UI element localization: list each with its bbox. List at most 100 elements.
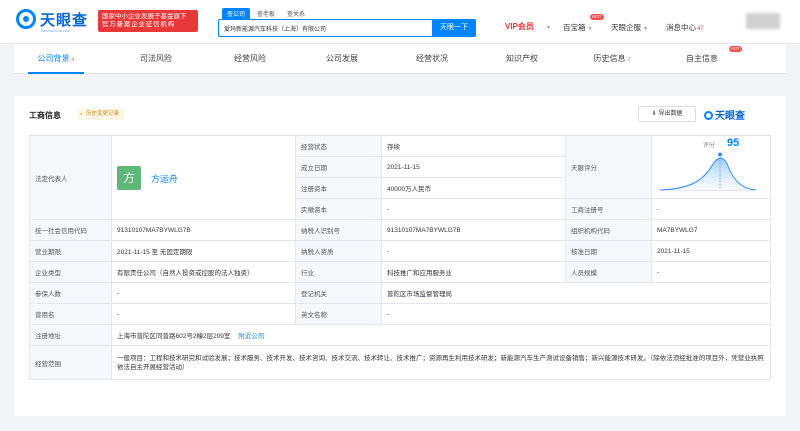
enterprise-link-label: 天眼企服 [611,23,641,32]
export-data-button[interactable]: ⬇ 导出数据 [638,106,696,122]
insured-value: - [111,282,296,304]
registry-value: 普陀区市场监督管理局 [381,282,771,304]
tab-count: 4 [71,57,75,63]
export-label: 导出数据 [658,111,683,117]
company-type-label: 企业类型 [29,261,112,283]
address-value: 上海市普陀区同普路602号2幢2层209室 [117,333,231,340]
industry-value: 科技推广和应用服务业 [381,261,566,283]
search-input[interactable] [224,22,429,34]
business-info-card: 工商信息 历史变更记录 ⬇导出数据 天眼查 法定代表人 方 方运舟 经营状态 存… [14,96,786,416]
download-icon: ⬇ [651,111,657,117]
tab-self-info[interactable]: 自主信息 HOT [670,44,742,74]
staff-size-value: - [651,261,771,283]
search-type-tabs: 查公司 查老板 查关系 [222,8,310,19]
status-label: 经营状态 [295,135,382,157]
industry-label: 行业 [295,261,382,283]
message-center-label: 消息中心 [666,23,696,32]
promo-banner[interactable]: 国家中小企业发展子基金旗下 官方备案企业征信机构 [98,10,198,32]
approval-date-value: 2021-11-15 [651,240,771,262]
score-cell[interactable]: 评分 95 [651,135,771,199]
term-label: 营业期限 [29,240,112,262]
tab-history[interactable]: 历史信息 2 [580,44,644,74]
legal-rep-cell: 方 方运舟 [111,135,296,220]
staff-size-label: 人员规模 [565,261,652,283]
vip-link[interactable]: VIP会员 [505,21,534,32]
logo-subtext: TianYanCha.com [40,28,71,33]
taxpayer-qual-value: - [381,240,566,262]
former-name-value: - [111,303,296,325]
app-link[interactable]: 百宝箱 ▼ [563,22,593,33]
term-value: 2021-11-15 至 无固定期限 [111,240,296,262]
tianyancha-logo[interactable]: 天眼查 TianYanCha.com [16,9,94,35]
history-change-badge[interactable]: 历史变更记录 [78,108,125,120]
user-avatar[interactable] [746,13,780,29]
tab-business-status[interactable]: 经营状况 [400,44,464,74]
table-row: 注册地址 上海市普陀区同普路602号2幢2层209室 附近公司 [29,324,771,346]
legal-rep-box: 方 方运舟 [117,162,290,194]
reg-capital-value: 40000万人民币 [381,177,566,199]
registry-label: 登记机关 [295,282,382,304]
status-value: 存续 [381,135,566,157]
approval-date-label: 核准日期 [565,240,652,262]
former-name-label: 曾用名 [29,303,112,325]
reg-no-value: - [651,198,771,220]
search-tab-company[interactable]: 查公司 [222,8,251,19]
message-center-link[interactable]: 消息中心47 [666,22,704,33]
hot-badge: HOT [590,14,604,20]
app-link-label: 百宝箱 [563,23,586,32]
table-row: 曾用名 - 英文名称 - [29,303,771,325]
tab-operating-risk[interactable]: 经营风险 [218,44,282,74]
table-row: 法定代表人 方 方运舟 经营状态 存续 天眼评分 评分 95 [29,135,771,220]
enterprise-caret-icon: ▼ [643,26,649,32]
reg-capital-label: 注册资本 [295,177,382,199]
top-header: 天眼查 TianYanCha.com 国家中小企业发展子基金旗下 官方备案企业征… [0,0,800,44]
tab-label: 经营风险 [234,54,266,63]
tab-company-development[interactable]: 公司发展 [310,44,374,74]
taxpayer-id-value[interactable]: 91310107MA7BYWLG7B [381,219,566,241]
tab-legal-risk[interactable]: 司法风险 [124,44,188,74]
score-value: 95 [727,137,740,149]
insured-label: 参保人数 [29,282,112,304]
business-info-table: 法定代表人 方 方运舟 经营状态 存续 天眼评分 评分 95 成立日期 2021… [29,135,771,380]
table-row: 经营范围 一般项目：工程和技术研究和试验发展；技术服务、技术开发、技术咨询、技术… [29,345,771,380]
tianyancha-watermark: 天眼查 [704,107,745,122]
tab-label: 自主信息 [686,54,718,63]
tab-label: 公司背景 [37,54,70,63]
scope-value: 一般项目：工程和技术研究和试验发展；技术服务、技术开发、技术咨询、技术交流、技术… [111,345,771,380]
tab-count: 2 [627,57,631,63]
credit-code-value[interactable]: 91310107MA7BYWLG7B [111,219,296,241]
vip-caret-icon[interactable]: ▼ [546,22,551,31]
search-tab-boss[interactable]: 查老板 [252,8,280,19]
table-row: 营业期限 2021-11-15 至 无固定期限 纳税人资质 - 核准日期 202… [29,240,771,262]
est-date-label: 成立日期 [295,156,382,178]
credit-code-label: 统一社会信用代码 [29,219,112,241]
search-button[interactable]: 天眼一下 [432,19,476,37]
message-count: 47 [697,26,704,32]
logo-eye-icon [16,9,36,29]
taxpayer-id-label: 纳税人识别号 [295,219,382,241]
promo-line-2: 官方备案企业征信机构 [102,21,175,28]
nearby-companies-link[interactable]: 附近公司 [238,333,264,340]
logo-text: 天眼查 [40,12,89,29]
score-title: 评分 [703,143,716,149]
paid-capital-label: 实缴资本 [295,198,382,220]
company-nav: 公司背景 4 司法风险 经营风险 公司发展 经营状况 知识产权 历史信息 2 自主信… [14,44,786,74]
legal-rep-name[interactable]: 方运舟 [151,172,178,185]
tab-intellectual-property[interactable]: 知识产权 [490,44,554,74]
watermark-text: 天眼查 [715,111,745,122]
tab-company-background[interactable]: 公司背景 4 [24,44,88,74]
taxpayer-qual-label: 纳税人资质 [295,240,382,262]
legal-rep-avatar[interactable]: 方 [117,165,141,190]
enterprise-link[interactable]: 天眼企服 ▼ [611,22,648,33]
search-tab-relation[interactable]: 查关系 [282,8,310,19]
tab-label: 经营状况 [416,54,448,63]
est-date-value: 2021-11-15 [381,156,566,178]
org-code-value[interactable]: MA7BYWLG7 [651,219,771,241]
hot-badge: HOT [728,46,742,52]
tab-label: 知识产权 [506,54,538,63]
legal-rep-label: 法定代表人 [29,135,112,220]
tab-label: 司法风险 [140,54,172,63]
app-caret-icon: ▼ [587,26,593,32]
address-cell: 上海市普陀区同普路602号2幢2层209室 附近公司 [111,324,771,346]
org-code-label: 组织机构代码 [565,219,652,241]
